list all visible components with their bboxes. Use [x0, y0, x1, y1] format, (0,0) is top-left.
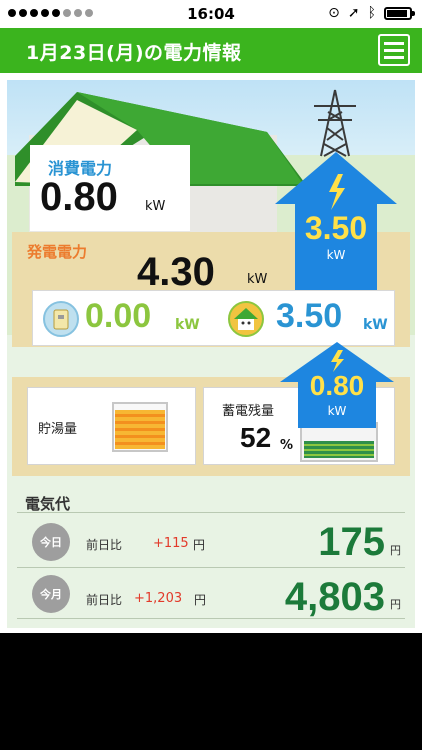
- hot-water-label: 貯湯量: [38, 422, 78, 437]
- grid-flow-unit: kW: [326, 248, 346, 262]
- consumption-value: 0.80: [40, 175, 118, 219]
- page-title: 1月23日(月)の電力情報: [26, 42, 242, 64]
- bill-amount: 175: [318, 520, 385, 564]
- orientation-lock-icon: ⊙: [328, 5, 340, 21]
- title-bar: 1月23日(月)の電力情報: [0, 28, 422, 73]
- compare-diff: +1,203: [134, 591, 183, 606]
- bill-amount-unit: 円: [390, 598, 401, 611]
- period-badge: 今月: [32, 575, 70, 613]
- flow-box: 0.00 kW 3.50 kW: [32, 290, 395, 346]
- battery-flow-value: 0.80: [309, 370, 365, 401]
- location-icon: ➚: [347, 5, 360, 21]
- grid-flow-value: 3.50: [304, 210, 368, 246]
- bill-title: 電気代: [25, 495, 71, 513]
- compare-diff: +115: [153, 536, 189, 551]
- self-use-icon: [43, 301, 79, 337]
- self-use-unit: kW: [175, 317, 200, 333]
- compare-diff-unit: 円: [193, 538, 206, 552]
- bill-amount-unit: 円: [390, 544, 401, 557]
- divider: [17, 567, 405, 568]
- hot-water-tank-icon: [112, 402, 168, 452]
- grid-sell-icon: [228, 301, 264, 337]
- self-use-value: 0.00: [85, 297, 152, 335]
- grid-flow-arrow: 3.50 kW: [275, 152, 397, 292]
- battery-unit-icon: [300, 422, 378, 462]
- generation-label: 発電電力: [27, 243, 88, 261]
- compare-label: 前日比: [86, 593, 123, 607]
- divider: [17, 618, 405, 619]
- compare-diff-unit: 円: [194, 593, 207, 607]
- bill-amount: 4,803: [284, 575, 385, 619]
- generation-unit: kW: [247, 272, 268, 287]
- divider: [17, 512, 405, 513]
- battery-unit: %: [280, 438, 294, 453]
- power-tower-icon: [314, 89, 356, 157]
- consumption-unit: kW: [145, 199, 166, 214]
- consumption-box: 消費電力 0.80 kW: [30, 145, 190, 231]
- battery-icon: [384, 6, 415, 20]
- hamburger-icon: [384, 41, 404, 45]
- status-bar: 16:04 ⊙ ➚ ᛒ: [0, 0, 422, 28]
- generation-value: 4.30: [137, 250, 215, 294]
- battery-flow-unit: kW: [327, 404, 347, 418]
- battery-value: 52: [240, 422, 272, 453]
- energy-panel: 消費電力 0.80 kW 発電電力 4.30 kW 3.50 kW 0.00 k…: [7, 80, 415, 628]
- sell-unit: kW: [363, 317, 388, 333]
- sell-value: 3.50: [276, 297, 343, 335]
- bluetooth-icon: ᛒ: [367, 5, 376, 21]
- menu-button[interactable]: [378, 34, 410, 66]
- battery-flow-arrow: 0.80 kW: [280, 342, 394, 428]
- period-badge: 今日: [32, 523, 70, 561]
- battery-label: 蓄電残量: [222, 404, 275, 419]
- main-content: 消費電力 0.80 kW 発電電力 4.30 kW 3.50 kW 0.00 k…: [0, 73, 422, 633]
- compare-label: 前日比: [86, 538, 123, 552]
- hot-water-card[interactable]: 貯湯量: [27, 387, 196, 465]
